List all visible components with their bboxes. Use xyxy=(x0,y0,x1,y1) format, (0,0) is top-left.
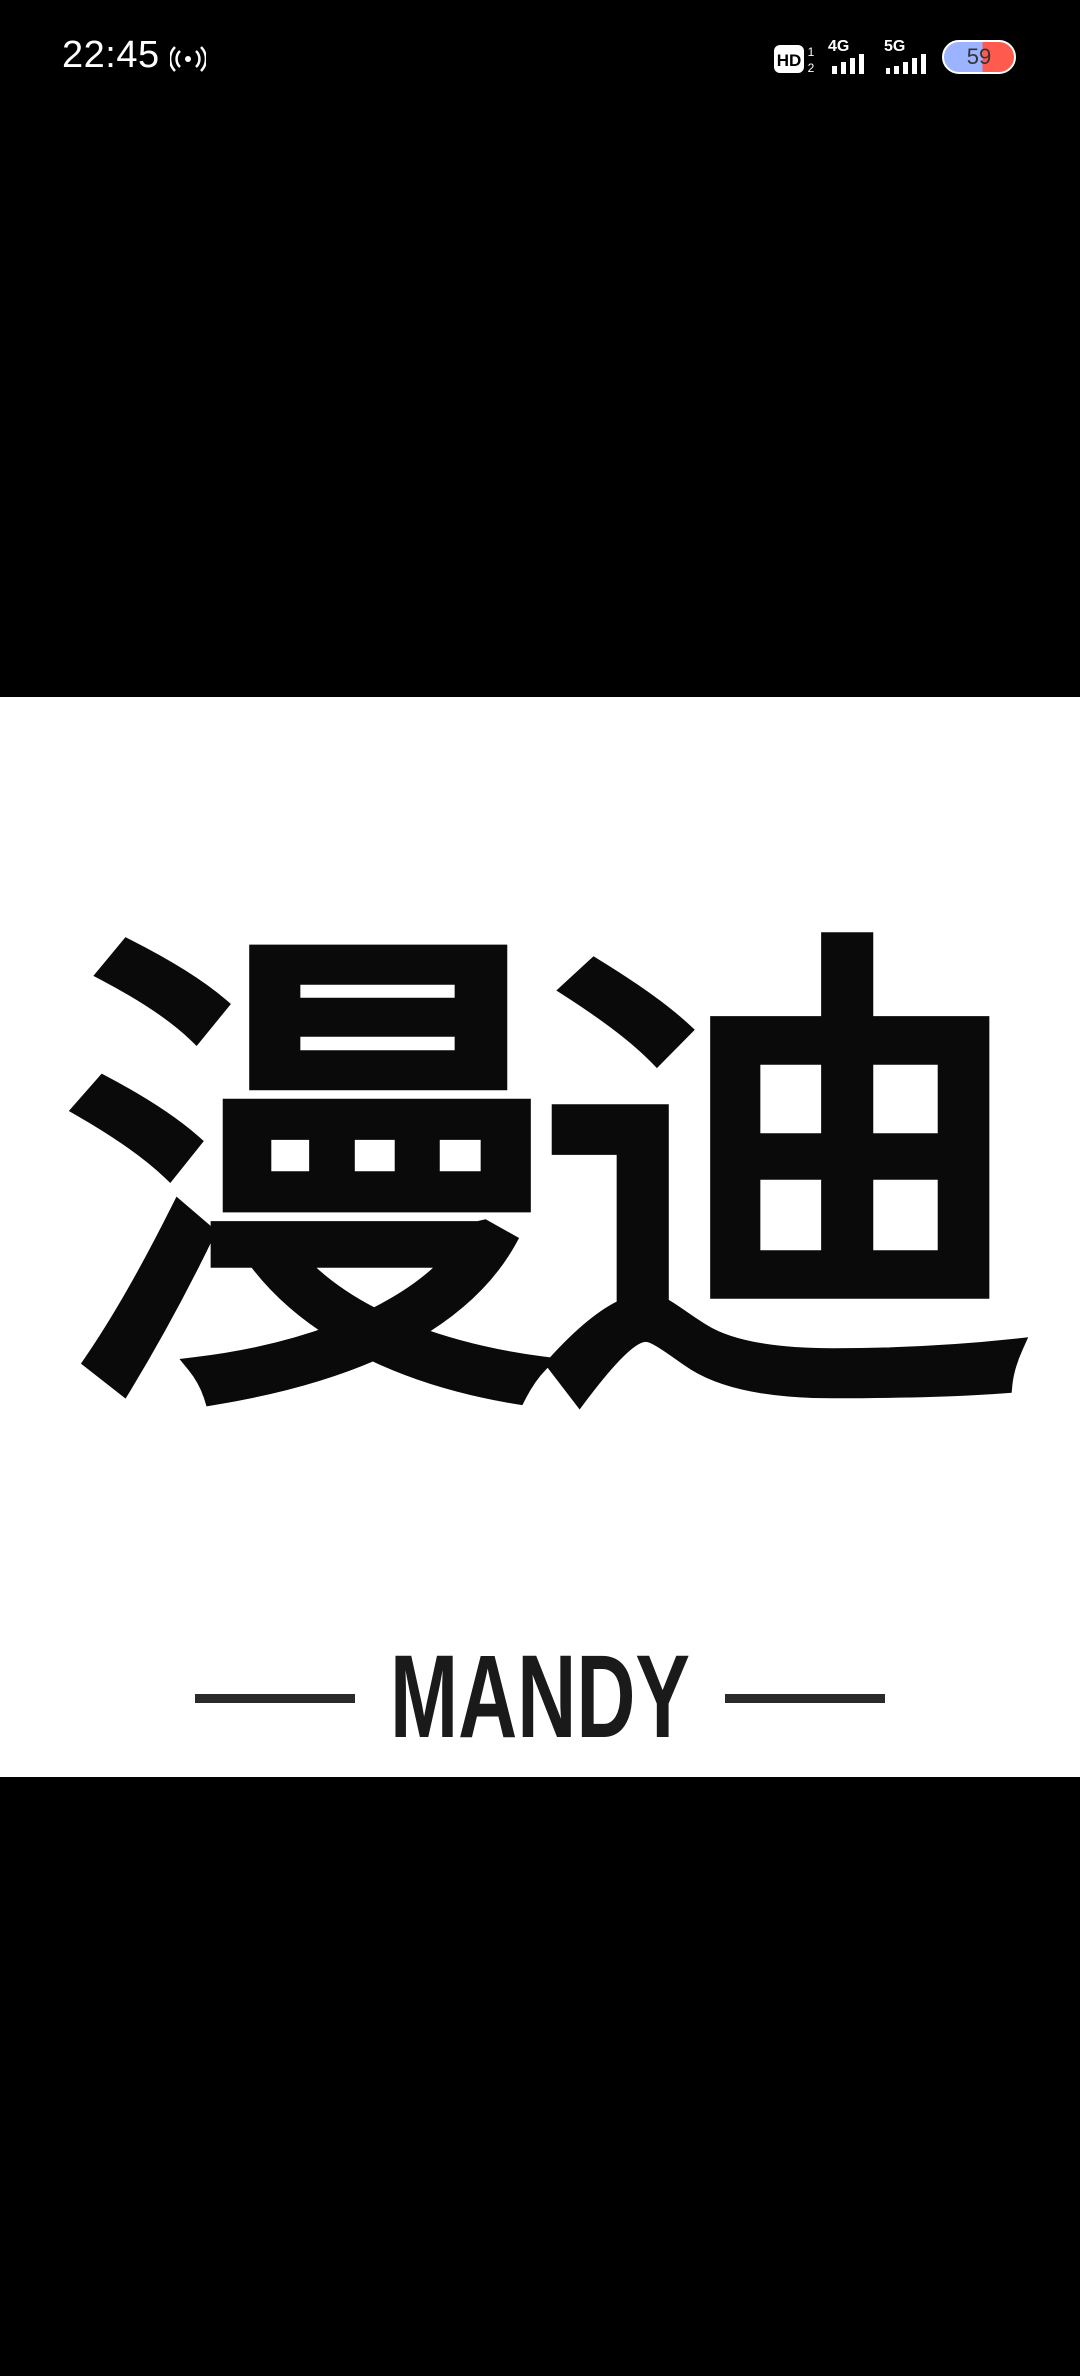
status-time: 22:45 xyxy=(62,34,160,76)
logo-line-left xyxy=(195,1694,355,1703)
signal-4g-icon: 4G xyxy=(826,38,874,76)
image-viewer[interactable]: 漫 迪 MANDY xyxy=(0,0,1080,2376)
svg-text:2: 2 xyxy=(808,61,815,75)
hotspot-icon xyxy=(168,42,208,76)
signal-5g-icon: 5G xyxy=(882,38,932,76)
logo-line-right xyxy=(725,1694,885,1703)
status-bar: 22:45 HD 1 2 4G 5G 59 xyxy=(0,0,1080,118)
logo-cn-char-1: 漫 xyxy=(60,893,560,1475)
logo-graphic: 漫 迪 MANDY xyxy=(0,697,1080,1777)
hd-label: HD xyxy=(777,51,802,70)
logo-en-text: MANDY xyxy=(390,1631,690,1763)
brand-logo-image[interactable]: 漫 迪 MANDY xyxy=(0,697,1080,1777)
image-viewer-screen: 漫 迪 MANDY 22:45 HD 1 2 4G 5G 59 xyxy=(0,0,1080,2376)
battery-level: 59 xyxy=(966,44,992,69)
battery-icon: 59 xyxy=(942,40,1016,74)
hd-icon: HD 1 2 xyxy=(773,42,817,76)
svg-text:1: 1 xyxy=(808,45,815,59)
logo-cn-char-2: 迪 xyxy=(535,893,1035,1475)
